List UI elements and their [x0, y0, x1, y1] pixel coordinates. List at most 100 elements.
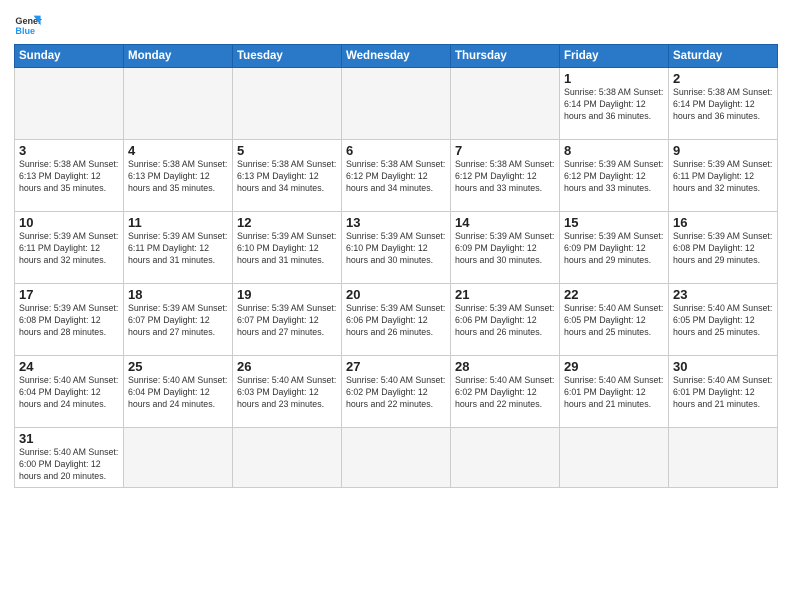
calendar-cell: 8Sunrise: 5:39 AM Sunset: 6:12 PM Daylig… [560, 140, 669, 212]
day-info: Sunrise: 5:39 AM Sunset: 6:09 PM Dayligh… [564, 231, 664, 267]
day-info: Sunrise: 5:40 AM Sunset: 6:02 PM Dayligh… [346, 375, 446, 411]
calendar-cell: 28Sunrise: 5:40 AM Sunset: 6:02 PM Dayli… [451, 356, 560, 428]
calendar-cell: 6Sunrise: 5:38 AM Sunset: 6:12 PM Daylig… [342, 140, 451, 212]
day-info: Sunrise: 5:39 AM Sunset: 6:08 PM Dayligh… [673, 231, 773, 267]
calendar-cell [15, 68, 124, 140]
calendar-cell [233, 428, 342, 488]
day-info: Sunrise: 5:40 AM Sunset: 6:02 PM Dayligh… [455, 375, 555, 411]
calendar-table: SundayMondayTuesdayWednesdayThursdayFrid… [14, 44, 778, 488]
day-header-friday: Friday [560, 45, 669, 68]
calendar-cell: 25Sunrise: 5:40 AM Sunset: 6:04 PM Dayli… [124, 356, 233, 428]
day-number: 5 [237, 143, 337, 158]
calendar-header-row: SundayMondayTuesdayWednesdayThursdayFrid… [15, 45, 778, 68]
day-number: 8 [564, 143, 664, 158]
calendar-cell: 24Sunrise: 5:40 AM Sunset: 6:04 PM Dayli… [15, 356, 124, 428]
calendar-cell [451, 428, 560, 488]
day-number: 19 [237, 287, 337, 302]
calendar-cell [342, 428, 451, 488]
calendar-cell: 7Sunrise: 5:38 AM Sunset: 6:12 PM Daylig… [451, 140, 560, 212]
day-number: 29 [564, 359, 664, 374]
calendar-cell [669, 428, 778, 488]
calendar-cell: 5Sunrise: 5:38 AM Sunset: 6:13 PM Daylig… [233, 140, 342, 212]
day-number: 6 [346, 143, 446, 158]
day-number: 1 [564, 71, 664, 86]
day-info: Sunrise: 5:40 AM Sunset: 6:01 PM Dayligh… [564, 375, 664, 411]
calendar-cell: 3Sunrise: 5:38 AM Sunset: 6:13 PM Daylig… [15, 140, 124, 212]
calendar-cell [124, 68, 233, 140]
day-info: Sunrise: 5:38 AM Sunset: 6:14 PM Dayligh… [673, 87, 773, 123]
day-info: Sunrise: 5:39 AM Sunset: 6:11 PM Dayligh… [128, 231, 228, 267]
day-number: 15 [564, 215, 664, 230]
calendar-cell: 16Sunrise: 5:39 AM Sunset: 6:08 PM Dayli… [669, 212, 778, 284]
calendar-cell: 23Sunrise: 5:40 AM Sunset: 6:05 PM Dayli… [669, 284, 778, 356]
day-info: Sunrise: 5:39 AM Sunset: 6:10 PM Dayligh… [346, 231, 446, 267]
day-info: Sunrise: 5:39 AM Sunset: 6:07 PM Dayligh… [237, 303, 337, 339]
calendar-week-row: 31Sunrise: 5:40 AM Sunset: 6:00 PM Dayli… [15, 428, 778, 488]
calendar-cell: 10Sunrise: 5:39 AM Sunset: 6:11 PM Dayli… [15, 212, 124, 284]
day-header-tuesday: Tuesday [233, 45, 342, 68]
day-number: 22 [564, 287, 664, 302]
day-info: Sunrise: 5:38 AM Sunset: 6:13 PM Dayligh… [19, 159, 119, 195]
calendar-cell [124, 428, 233, 488]
day-number: 21 [455, 287, 555, 302]
day-header-sunday: Sunday [15, 45, 124, 68]
day-number: 28 [455, 359, 555, 374]
day-info: Sunrise: 5:38 AM Sunset: 6:12 PM Dayligh… [455, 159, 555, 195]
calendar-cell [342, 68, 451, 140]
day-number: 23 [673, 287, 773, 302]
day-info: Sunrise: 5:40 AM Sunset: 6:01 PM Dayligh… [673, 375, 773, 411]
calendar-week-row: 1Sunrise: 5:38 AM Sunset: 6:14 PM Daylig… [15, 68, 778, 140]
calendar-page: General Blue SundayMondayTuesdayWednesda… [0, 0, 792, 612]
day-info: Sunrise: 5:38 AM Sunset: 6:13 PM Dayligh… [128, 159, 228, 195]
day-number: 13 [346, 215, 446, 230]
day-number: 11 [128, 215, 228, 230]
day-info: Sunrise: 5:39 AM Sunset: 6:11 PM Dayligh… [19, 231, 119, 267]
day-info: Sunrise: 5:39 AM Sunset: 6:12 PM Dayligh… [564, 159, 664, 195]
calendar-cell: 19Sunrise: 5:39 AM Sunset: 6:07 PM Dayli… [233, 284, 342, 356]
day-number: 31 [19, 431, 119, 446]
day-header-monday: Monday [124, 45, 233, 68]
day-info: Sunrise: 5:40 AM Sunset: 6:05 PM Dayligh… [673, 303, 773, 339]
calendar-week-row: 17Sunrise: 5:39 AM Sunset: 6:08 PM Dayli… [15, 284, 778, 356]
day-info: Sunrise: 5:40 AM Sunset: 6:04 PM Dayligh… [19, 375, 119, 411]
day-header-wednesday: Wednesday [342, 45, 451, 68]
day-info: Sunrise: 5:40 AM Sunset: 6:05 PM Dayligh… [564, 303, 664, 339]
day-number: 27 [346, 359, 446, 374]
calendar-cell: 22Sunrise: 5:40 AM Sunset: 6:05 PM Dayli… [560, 284, 669, 356]
calendar-cell: 4Sunrise: 5:38 AM Sunset: 6:13 PM Daylig… [124, 140, 233, 212]
calendar-cell: 26Sunrise: 5:40 AM Sunset: 6:03 PM Dayli… [233, 356, 342, 428]
calendar-cell: 18Sunrise: 5:39 AM Sunset: 6:07 PM Dayli… [124, 284, 233, 356]
day-info: Sunrise: 5:38 AM Sunset: 6:14 PM Dayligh… [564, 87, 664, 123]
day-number: 2 [673, 71, 773, 86]
calendar-cell: 2Sunrise: 5:38 AM Sunset: 6:14 PM Daylig… [669, 68, 778, 140]
day-info: Sunrise: 5:40 AM Sunset: 6:00 PM Dayligh… [19, 447, 119, 483]
day-number: 18 [128, 287, 228, 302]
calendar-cell: 13Sunrise: 5:39 AM Sunset: 6:10 PM Dayli… [342, 212, 451, 284]
calendar-cell [451, 68, 560, 140]
calendar-cell: 12Sunrise: 5:39 AM Sunset: 6:10 PM Dayli… [233, 212, 342, 284]
calendar-cell: 30Sunrise: 5:40 AM Sunset: 6:01 PM Dayli… [669, 356, 778, 428]
day-number: 20 [346, 287, 446, 302]
day-header-thursday: Thursday [451, 45, 560, 68]
calendar-cell: 14Sunrise: 5:39 AM Sunset: 6:09 PM Dayli… [451, 212, 560, 284]
svg-text:Blue: Blue [15, 26, 35, 36]
calendar-cell: 9Sunrise: 5:39 AM Sunset: 6:11 PM Daylig… [669, 140, 778, 212]
calendar-cell: 21Sunrise: 5:39 AM Sunset: 6:06 PM Dayli… [451, 284, 560, 356]
calendar-cell [233, 68, 342, 140]
calendar-cell: 27Sunrise: 5:40 AM Sunset: 6:02 PM Dayli… [342, 356, 451, 428]
calendar-cell: 15Sunrise: 5:39 AM Sunset: 6:09 PM Dayli… [560, 212, 669, 284]
day-number: 10 [19, 215, 119, 230]
day-number: 12 [237, 215, 337, 230]
calendar-week-row: 10Sunrise: 5:39 AM Sunset: 6:11 PM Dayli… [15, 212, 778, 284]
calendar-cell: 20Sunrise: 5:39 AM Sunset: 6:06 PM Dayli… [342, 284, 451, 356]
day-number: 4 [128, 143, 228, 158]
day-number: 30 [673, 359, 773, 374]
calendar-week-row: 24Sunrise: 5:40 AM Sunset: 6:04 PM Dayli… [15, 356, 778, 428]
day-info: Sunrise: 5:38 AM Sunset: 6:12 PM Dayligh… [346, 159, 446, 195]
day-number: 16 [673, 215, 773, 230]
day-number: 25 [128, 359, 228, 374]
header: General Blue [14, 10, 778, 38]
day-header-saturday: Saturday [669, 45, 778, 68]
calendar-cell [560, 428, 669, 488]
calendar-cell: 17Sunrise: 5:39 AM Sunset: 6:08 PM Dayli… [15, 284, 124, 356]
